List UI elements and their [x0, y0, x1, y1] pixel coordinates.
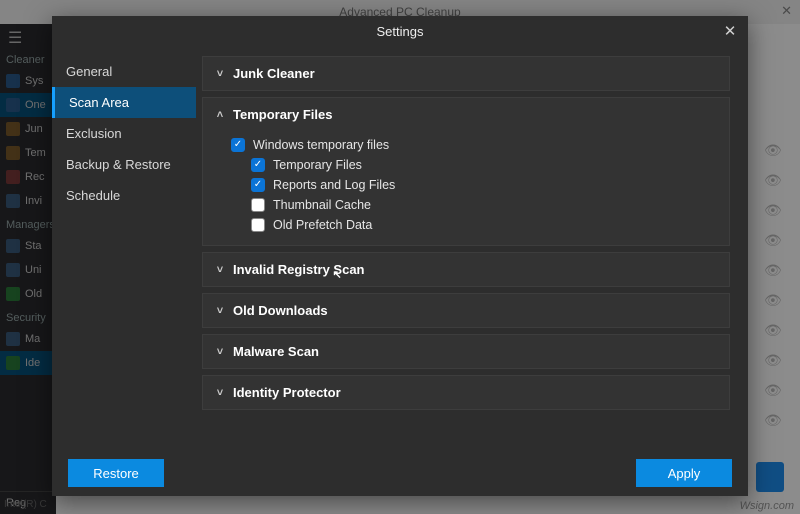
checkbox-row[interactable]: Old Prefetch Data: [231, 215, 721, 235]
section-label: Malware Scan: [233, 344, 319, 359]
checkbox-row[interactable]: Temporary Files: [231, 155, 721, 175]
restore-button[interactable]: Restore: [68, 459, 164, 487]
settings-modal-title: Settings ✕: [52, 16, 748, 48]
section-header[interactable]: ˄ Temporary Files: [203, 98, 729, 131]
checkbox-label: Reports and Log Files: [273, 178, 395, 192]
checkbox-row[interactable]: Thumbnail Cache: [231, 195, 721, 215]
section-header[interactable]: ˅ Junk Cleaner: [203, 57, 729, 90]
scan-section: ˅ Junk Cleaner: [202, 56, 730, 91]
checkbox[interactable]: [251, 178, 265, 192]
settings-nav-item[interactable]: Exclusion: [52, 118, 196, 149]
apply-button[interactable]: Apply: [636, 459, 732, 487]
section-header[interactable]: ˅ Identity Protector: [203, 376, 729, 409]
section-header[interactable]: ˅ Malware Scan: [203, 335, 729, 368]
settings-nav-item[interactable]: Scan Area: [52, 87, 196, 118]
scan-section: ˅ Invalid Registry Scan↖: [202, 252, 730, 287]
chevron-down-icon: ˅: [215, 387, 225, 399]
checkbox-row[interactable]: Windows temporary files: [231, 135, 721, 155]
scan-section: ˅ Old Downloads: [202, 293, 730, 328]
section-label: Junk Cleaner: [233, 66, 315, 81]
settings-nav-item[interactable]: Backup & Restore: [52, 149, 196, 180]
settings-nav: GeneralScan AreaExclusionBackup & Restor…: [52, 48, 196, 450]
section-label: Temporary Files: [233, 107, 332, 122]
scan-section: ˅ Identity Protector: [202, 375, 730, 410]
settings-footer: Restore Apply: [52, 450, 748, 496]
checkbox[interactable]: [231, 138, 245, 152]
checkbox-label: Old Prefetch Data: [273, 218, 372, 232]
section-label: Invalid Registry Scan: [233, 262, 365, 277]
chevron-down-icon: ˅: [215, 305, 225, 317]
checkbox[interactable]: [251, 218, 265, 232]
checkbox-label: Temporary Files: [273, 158, 362, 172]
chevron-up-icon: ˄: [215, 109, 225, 121]
settings-nav-item[interactable]: General: [52, 56, 196, 87]
section-label: Identity Protector: [233, 385, 341, 400]
settings-nav-item[interactable]: Schedule: [52, 180, 196, 211]
checkbox-label: Thumbnail Cache: [273, 198, 371, 212]
close-icon[interactable]: ✕: [720, 22, 740, 42]
chevron-down-icon: ˅: [215, 346, 225, 358]
section-body: Windows temporary files Temporary Files Re…: [203, 131, 729, 245]
settings-content: ˅Junk Cleaner˄Temporary FilesWindows tem…: [196, 48, 748, 450]
scan-section: ˄ Temporary Files Windows temporary files T…: [202, 97, 730, 246]
section-header[interactable]: ˅ Invalid Registry Scan↖: [203, 253, 729, 286]
section-label: Old Downloads: [233, 303, 328, 318]
checkbox-label: Windows temporary files: [253, 138, 389, 152]
cursor-icon: ↖: [333, 268, 345, 280]
settings-modal: Settings ✕ GeneralScan AreaExclusionBack…: [52, 16, 748, 496]
checkbox[interactable]: [251, 198, 265, 212]
scan-section: ˅ Malware Scan: [202, 334, 730, 369]
chevron-down-icon: ˅: [215, 68, 225, 80]
chevron-down-icon: ˅: [215, 264, 225, 276]
section-header[interactable]: ˅ Old Downloads: [203, 294, 729, 327]
settings-modal-overlay: Settings ✕ GeneralScan AreaExclusionBack…: [0, 0, 800, 514]
checkbox-row[interactable]: Reports and Log Files: [231, 175, 721, 195]
checkbox[interactable]: [251, 158, 265, 172]
